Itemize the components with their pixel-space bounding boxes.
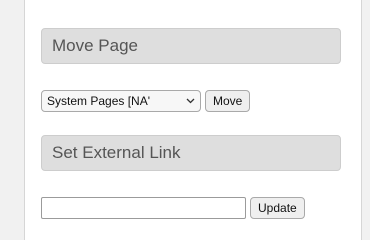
destination-select[interactable]: System Pages [NA' [41, 90, 201, 112]
external-link-input[interactable] [41, 197, 246, 219]
move-button[interactable]: Move [205, 90, 251, 112]
external-link-row: Update [41, 197, 305, 219]
update-button[interactable]: Update [250, 197, 305, 219]
move-page-row: System Pages [NA' Move [41, 90, 251, 112]
external-link-header: Set External Link [41, 135, 341, 171]
move-page-header: Move Page [41, 28, 341, 64]
destination-select-value: System Pages [NA' [47, 94, 150, 108]
chevron-down-icon [184, 95, 196, 107]
page-actions-panel: Move Page System Pages [NA' Move Set Ext… [24, 0, 362, 240]
